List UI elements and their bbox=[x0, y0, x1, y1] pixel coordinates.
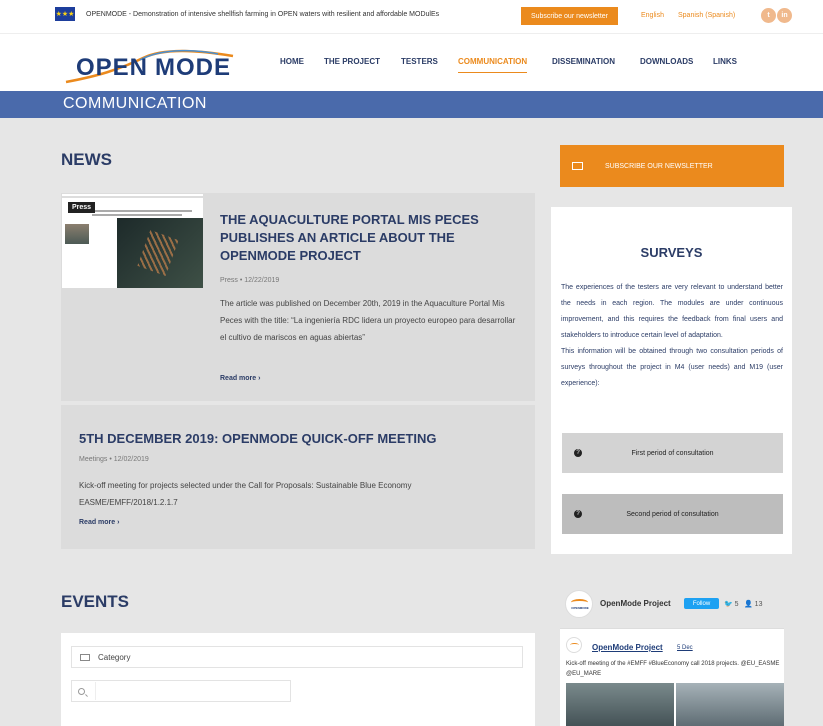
envelope-icon bbox=[572, 162, 583, 170]
follower-count-value: 13 bbox=[754, 601, 763, 608]
search-input[interactable] bbox=[95, 682, 285, 700]
tweet-image[interactable] bbox=[566, 683, 674, 726]
news-excerpt: The article was published on December 20… bbox=[220, 299, 516, 342]
avatar-text: OPENMODE bbox=[571, 606, 589, 610]
subscribe-newsletter-banner[interactable]: SUBSCRIBE OUR NEWSLETTER bbox=[560, 145, 784, 187]
openmode-logo[interactable]: OPEN MODE bbox=[48, 42, 238, 86]
first-consultation-button[interactable]: ? First period of consultation bbox=[562, 433, 783, 473]
twitter-icon[interactable]: t bbox=[761, 8, 776, 23]
tweet-count-value: 5 bbox=[734, 601, 739, 608]
news-meta: Press • 12/22/2019 bbox=[220, 277, 280, 284]
news-title[interactable]: 5TH DECEMBER 2019: OPENMODE QUICK-OFF ME… bbox=[79, 430, 519, 448]
second-consultation-button[interactable]: ? Second period of consultation bbox=[562, 494, 783, 534]
nav-testers[interactable]: TESTERS bbox=[401, 57, 438, 66]
thumb-line bbox=[92, 210, 192, 212]
surveys-text: The experiences of the testers are very … bbox=[561, 284, 783, 387]
category-label: Category bbox=[98, 652, 131, 662]
events-filter-box: Category bbox=[61, 633, 535, 726]
news-heading: NEWS bbox=[61, 150, 112, 169]
tweet-text: Kick-off meeting of the #EMFF #BlueEcono… bbox=[566, 661, 780, 677]
twitter-widget-header: OPENMODE OpenMode Project Follow 🐦 5 👤 1… bbox=[560, 590, 784, 626]
surveys-panel: SURVEYS The experiences of the testers a… bbox=[551, 207, 792, 554]
eu-flag-icon: ★★★ bbox=[55, 7, 75, 21]
consultation-label: First period of consultation bbox=[631, 449, 714, 457]
news-meta: Meetings • 12/02/2019 bbox=[79, 456, 149, 463]
nav-downloads[interactable]: DOWNLOADS bbox=[640, 57, 693, 66]
folder-icon bbox=[80, 653, 90, 661]
logo-text-mode: MODE bbox=[155, 54, 231, 81]
follower-count: 👤 13 bbox=[744, 601, 763, 608]
site-header: OPEN MODE HOME THE PROJECT TESTERS COMMU… bbox=[0, 33, 823, 91]
linkedin-icon[interactable]: in bbox=[777, 8, 792, 23]
events-heading: EVENTS bbox=[61, 592, 130, 611]
category-select[interactable]: Category bbox=[71, 646, 523, 668]
language-spanish-link[interactable]: Spanish (Spanish) bbox=[678, 12, 735, 19]
subscribe-newsletter-button[interactable]: Subscribe our newsletter bbox=[521, 7, 618, 25]
top-bar: ★★★ OPENMODE - Demonstration of intensiv… bbox=[0, 0, 823, 33]
surveys-title: SURVEYS bbox=[640, 245, 703, 260]
news-excerpt: Kick-off meeting for projects selected u… bbox=[79, 481, 412, 507]
logo-text-open: OPEN bbox=[76, 54, 149, 81]
tweet-avatar bbox=[566, 637, 582, 653]
language-english-link[interactable]: English bbox=[641, 12, 664, 19]
nav-the-project[interactable]: THE PROJECT bbox=[324, 57, 380, 66]
twitter-follow-button[interactable]: Follow bbox=[684, 598, 719, 609]
tweet-count: 🐦 5 bbox=[724, 601, 739, 608]
thumb-line bbox=[92, 214, 182, 216]
thumb-photo bbox=[117, 218, 203, 288]
site-tagline: OPENMODE - Demonstration of intensive sh… bbox=[86, 11, 440, 18]
newsletter-label: SUBSCRIBE OUR NEWSLETTER bbox=[605, 162, 713, 170]
tweet-date[interactable]: 5 Dec bbox=[677, 645, 693, 651]
tweet-author[interactable]: OpenMode Project bbox=[592, 643, 663, 652]
thumb-small-photo bbox=[65, 224, 89, 244]
consultation-label: Second period of consultation bbox=[626, 510, 719, 518]
twitter-account-name[interactable]: OpenMode Project bbox=[600, 599, 671, 608]
press-badge: Press bbox=[68, 202, 96, 213]
tweet-image[interactable] bbox=[676, 683, 784, 726]
nav-home[interactable]: HOME bbox=[280, 57, 304, 66]
nav-communication[interactable]: COMMUNICATION bbox=[458, 57, 528, 73]
page-title: COMMUNICATION bbox=[63, 95, 207, 112]
nav-dissemination[interactable]: DISSEMINATION bbox=[552, 57, 615, 66]
twitter-avatar[interactable]: OPENMODE bbox=[565, 590, 593, 618]
thumb-line bbox=[62, 196, 203, 198]
nav-links[interactable]: LINKS bbox=[713, 57, 737, 66]
read-more-link[interactable]: Read more › bbox=[79, 519, 119, 526]
news-title[interactable]: THE AQUACULTURE PORTAL MIS PECES PUBLISH… bbox=[220, 211, 500, 265]
news-item: 5TH DECEMBER 2019: OPENMODE QUICK-OFF ME… bbox=[61, 405, 535, 549]
news-thumbnail[interactable]: Press bbox=[62, 194, 203, 288]
events-search-field[interactable] bbox=[71, 680, 291, 702]
tweet-card[interactable]: OpenMode Project 5 Dec Kick-off meeting … bbox=[560, 628, 784, 726]
search-icon bbox=[78, 687, 85, 695]
read-more-link[interactable]: Read more › bbox=[220, 375, 260, 382]
page-title-band: COMMUNICATION bbox=[0, 91, 823, 118]
